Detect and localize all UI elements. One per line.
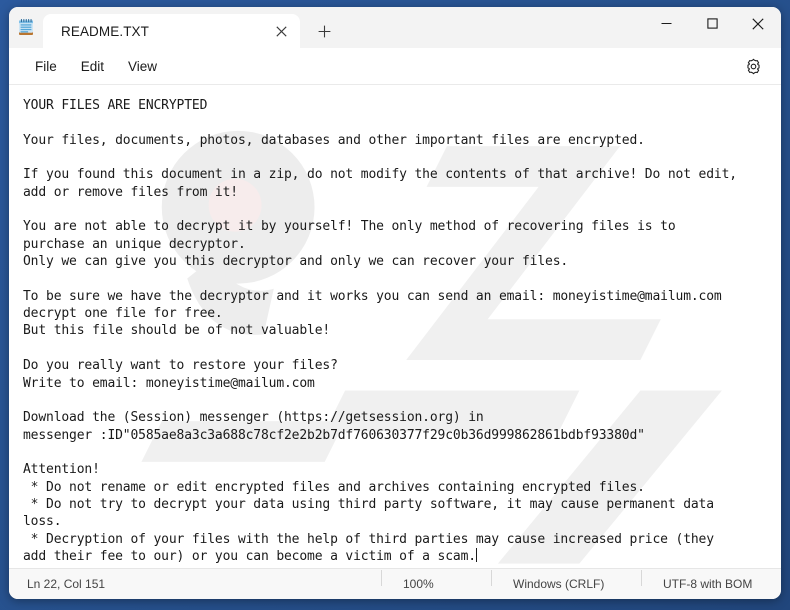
- minimize-button[interactable]: [643, 7, 689, 40]
- note-body: YOUR FILES ARE ENCRYPTED Your files, doc…: [23, 98, 737, 564]
- notepad-icon: [9, 7, 43, 48]
- plus-icon: [318, 25, 330, 37]
- minimize-icon: [661, 22, 671, 25]
- title-bar: README.TXT: [9, 7, 781, 48]
- tab-title: README.TXT: [61, 23, 150, 39]
- editor-text[interactable]: YOUR FILES ARE ENCRYPTED Your files, doc…: [9, 85, 781, 565]
- tab-readme[interactable]: README.TXT: [43, 14, 300, 48]
- tab-close-icon[interactable]: [268, 18, 294, 44]
- maximize-icon: [706, 18, 718, 29]
- status-cursor-position: Ln 22, Col 151: [27, 577, 106, 591]
- close-button[interactable]: [735, 7, 781, 40]
- status-line-ending[interactable]: Windows (CRLF): [491, 570, 641, 591]
- notepad-window: README.TXT File Edit View YOUR FILES ARE…: [9, 7, 781, 599]
- status-zoom-level[interactable]: 100%: [381, 570, 491, 591]
- new-tab-button[interactable]: [307, 16, 341, 46]
- tab-strip: README.TXT: [43, 7, 643, 48]
- menu-item-edit[interactable]: Edit: [69, 54, 116, 79]
- status-encoding[interactable]: UTF-8 with BOM: [641, 570, 781, 591]
- status-bar: Ln 22, Col 151 100% Windows (CRLF) UTF-8…: [9, 568, 781, 599]
- caption-button-group: [643, 7, 781, 48]
- menu-bar: File Edit View: [9, 48, 781, 85]
- editor-area[interactable]: YOUR FILES ARE ENCRYPTED Your files, doc…: [9, 85, 781, 568]
- close-icon: [752, 17, 764, 30]
- text-caret: [475, 547, 477, 562]
- gear-icon[interactable]: [737, 52, 769, 80]
- menu-item-file[interactable]: File: [23, 54, 69, 79]
- maximize-button[interactable]: [689, 7, 735, 40]
- menu-item-view[interactable]: View: [116, 54, 169, 79]
